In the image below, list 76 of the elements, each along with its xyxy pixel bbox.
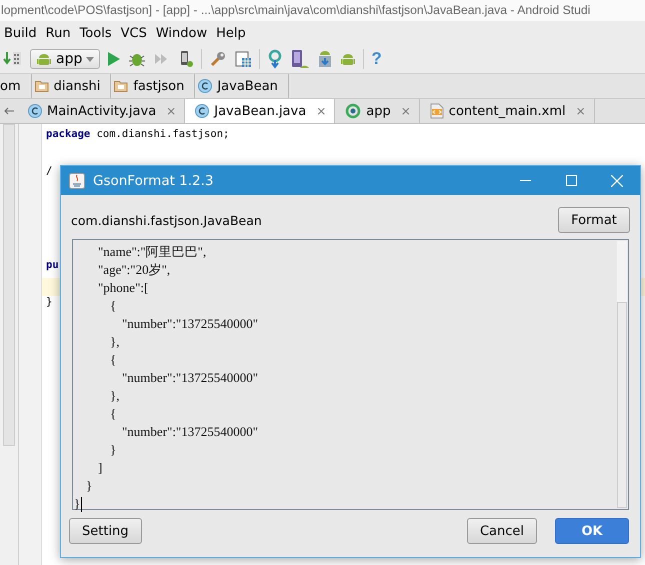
menu-item[interactable]: Window (152, 26, 212, 40)
json-text-line: { (109, 351, 116, 369)
android-monitor-icon[interactable] (340, 51, 356, 67)
format-button[interactable]: Format (558, 207, 630, 233)
json-text-line: "number":"13725540000" (121, 315, 258, 333)
caret-icon (86, 56, 94, 62)
json-text-line: "number":"13725540000" (121, 423, 258, 441)
breadcrumb-label: om (0, 78, 21, 94)
tab-label: MainActivity.java (47, 104, 156, 118)
breadcrumb[interactable]: JavaBean (195, 74, 289, 98)
json-text-line: "phone":[ (97, 279, 148, 297)
code-line: package com.dianshi.fastjson; (46, 128, 230, 140)
java-icon (69, 172, 85, 188)
breadcrumb-label: fastjson (133, 78, 184, 94)
menu-item[interactable]: Help (212, 26, 251, 40)
minimize-icon[interactable] (520, 180, 530, 182)
class-icon (28, 104, 42, 118)
class-icon (195, 104, 210, 118)
json-text-line: "age":"20岁", (97, 261, 170, 279)
dialog-button[interactable]: Cancel (466, 518, 537, 544)
xml-file-icon (430, 103, 444, 119)
json-text-line: { (109, 297, 116, 315)
dialog-button[interactable]: Setting (69, 518, 142, 544)
code-line: / (46, 165, 52, 178)
device-manager-icon[interactable] (290, 49, 310, 69)
breadcrumb[interactable]: om (0, 74, 32, 98)
wrench-icon[interactable] (209, 50, 228, 68)
breadcrumb[interactable]: dianshi (32, 74, 112, 98)
back-arrow-icon[interactable] (4, 107, 14, 115)
close-icon[interactable]: × (316, 104, 326, 118)
scrollbar[interactable] (3, 124, 15, 446)
tab-label: app (366, 104, 391, 118)
json-text-line: } (74, 495, 80, 513)
make-icon[interactable] (3, 50, 23, 68)
code-line: pu (46, 258, 59, 271)
breadcrumb-label: dianshi (54, 78, 100, 94)
maximize-icon[interactable] (566, 175, 576, 186)
folder-icon (114, 80, 128, 92)
json-text-line: ] (97, 459, 102, 477)
tab-label: content_main.xml (448, 104, 566, 118)
breadcrumb[interactable]: fastjson (111, 74, 196, 98)
android-icon[interactable] (36, 51, 52, 67)
json-text-line: } (85, 477, 92, 495)
menu-item[interactable]: Tools (76, 26, 117, 40)
tab-label: JavaBean.java (214, 104, 306, 118)
project-structure-icon[interactable] (234, 50, 252, 68)
phone-icon[interactable] (178, 50, 194, 68)
class-name-label: com.dianshi.fastjson.JavaBean (71, 212, 262, 228)
menu-item[interactable]: Build (0, 26, 42, 40)
breadcrumb-label: JavaBean (217, 78, 278, 94)
window-title: lopment\code\POS\fastjson] - [app] - ...\app\src\main\java\com\dianshi\fastjson\JavaBean.java - Android Studi (0, 0, 645, 21)
run-icon[interactable] (107, 51, 122, 67)
folder-icon (34, 80, 49, 92)
run-config-dropdown[interactable]: app (30, 49, 100, 69)
sdk-manager-icon[interactable] (317, 49, 334, 69)
class-icon (198, 79, 212, 93)
json-text-line: } (109, 441, 116, 459)
scrollbar-thumb[interactable] (617, 302, 627, 508)
dialog-title: GsonFormat 1.2.3 (93, 172, 215, 188)
run-config-icon (345, 103, 362, 119)
code-line: } (46, 296, 52, 308)
text-cursor (81, 496, 82, 512)
sync-icon[interactable] (267, 49, 284, 69)
ok-button[interactable]: OK (555, 518, 629, 544)
menu-item[interactable]: VCS (116, 26, 152, 40)
json-text-line: }, (109, 387, 120, 405)
json-input-field[interactable]: "name":"阿里巴巴", "age":"20岁", "phone":[ { "number":"13725540000" }, { "number":"13725540000" }, { "number":"13725540000" } ] } } (72, 239, 629, 510)
bug-icon[interactable] (128, 51, 146, 67)
json-text-line: { (109, 405, 116, 423)
json-text-line: "number":"13725540000" (121, 369, 258, 387)
close-icon[interactable]: × (400, 104, 411, 118)
menu-item[interactable]: Run (42, 26, 76, 40)
json-text-line: }, (109, 333, 120, 351)
json-text-line: "name":"阿里巴巴", (97, 243, 206, 261)
editor-tab[interactable]: JavaBean.java × (185, 99, 336, 123)
close-icon[interactable] (611, 174, 623, 186)
